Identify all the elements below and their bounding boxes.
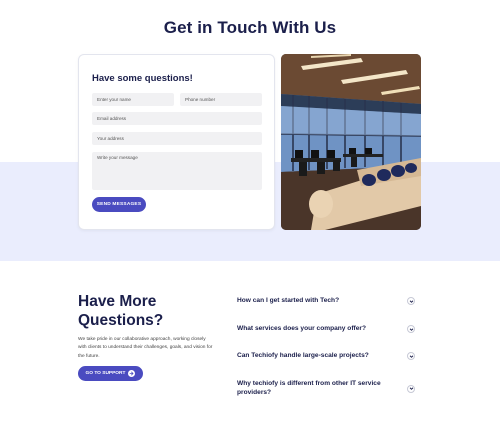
more-questions-title: Have More Questions? (78, 293, 164, 329)
phone-placeholder: Phone number (185, 97, 216, 102)
address-placeholder: Your address (97, 136, 124, 141)
address-input[interactable]: Your address (92, 132, 262, 145)
faq-question: What services does your company offer? (237, 325, 366, 332)
send-messages-button[interactable]: SEND MESSAGES (92, 197, 146, 212)
faq-question: Why techiofy is different from other IT … (237, 380, 381, 396)
faq-item[interactable]: What services does your company offer? (237, 325, 415, 334)
phone-input[interactable]: Phone number (180, 93, 262, 106)
faq-item[interactable]: How can I get started with Tech? (237, 297, 415, 306)
arrow-right-icon (128, 370, 136, 377)
message-textarea[interactable]: Write your message (92, 152, 262, 190)
faq-item[interactable]: Why techiofy is different from other IT … (237, 380, 415, 397)
name-input[interactable]: Enter your name (92, 93, 174, 106)
chevron-down-icon[interactable] (407, 325, 415, 334)
faq-question: Can Techiofy handle large-scale projects… (237, 352, 369, 359)
chevron-down-icon[interactable] (407, 352, 415, 361)
email-input[interactable]: Email address (92, 112, 262, 125)
form-heading: Have some questions! (92, 73, 193, 84)
faq-item[interactable]: Can Techiofy handle large-scale projects… (237, 352, 415, 361)
contact-form-card: Have some questions! Enter your name Pho… (78, 54, 275, 230)
go-to-support-button[interactable]: GO TO SUPPORT (78, 366, 143, 381)
message-placeholder: Write your message (97, 155, 138, 160)
name-placeholder: Enter your name (97, 97, 131, 102)
chevron-down-icon[interactable] (407, 297, 415, 306)
more-questions-description: We take pride in our collaborative appro… (78, 337, 213, 359)
office-photo (281, 54, 421, 230)
page-title: Get in Touch With Us (163, 18, 337, 37)
faq-question: How can I get started with Tech? (237, 297, 340, 304)
chevron-down-icon[interactable] (407, 384, 415, 393)
email-placeholder: Email address (97, 116, 127, 121)
support-label: GO TO SUPPORT (85, 371, 126, 376)
